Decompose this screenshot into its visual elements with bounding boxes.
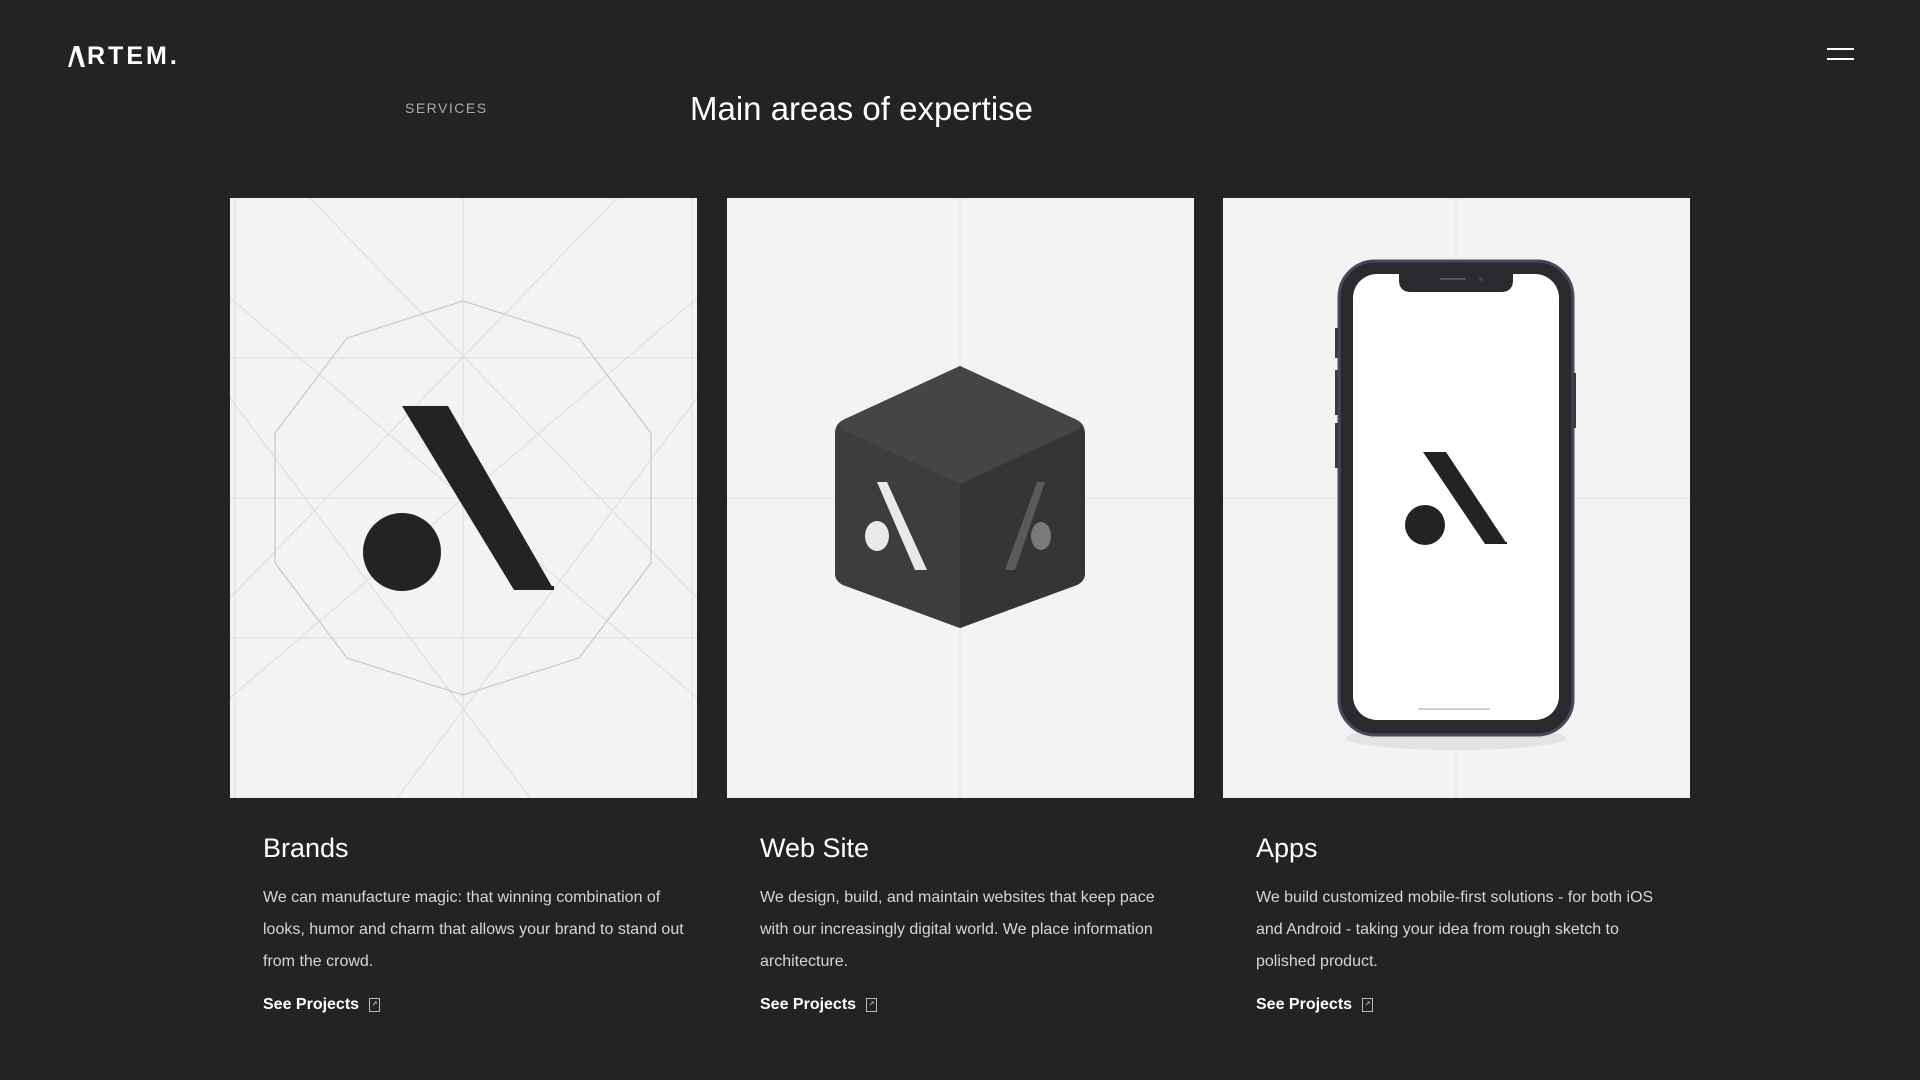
page: RTEM. SERVICES Main areas of expertise B…	[0, 0, 1920, 1080]
card-image-apps	[1223, 198, 1690, 798]
cube	[835, 366, 1085, 628]
service-card-apps: Apps We build customized mobile-first so…	[1223, 198, 1690, 1014]
link-label: See Projects	[263, 996, 360, 1013]
see-projects-link[interactable]: See Projects ↗	[760, 996, 878, 1014]
card-description: We design, build, and maintain websites …	[760, 889, 1155, 970]
card-description: We build customized mobile-first solutio…	[1256, 889, 1654, 970]
menu-line	[1827, 58, 1854, 60]
card-title: Web Site	[760, 833, 870, 863]
card-description: We can manufacture magic: that winning c…	[263, 889, 684, 970]
see-projects-link[interactable]: See Projects ↗	[263, 996, 381, 1014]
service-card-brands: Brands We can manufacture magic: that wi…	[230, 198, 697, 1014]
brand-geometry-illustration	[230, 198, 697, 798]
phone-mockup-illustration	[1223, 198, 1690, 798]
arrow-icon: ↗	[1362, 998, 1374, 1012]
see-projects-link[interactable]: See Projects ↗	[1256, 996, 1374, 1014]
logo-cube-illustration	[727, 198, 1194, 798]
card-body: Web Site We design, build, and maintain …	[727, 832, 1194, 1014]
link-label: See Projects	[1256, 996, 1353, 1013]
phone-notch	[1399, 274, 1513, 292]
card-title: Apps	[1256, 833, 1318, 863]
card-image-website	[727, 198, 1194, 798]
section-title: Main areas of expertise	[690, 90, 1034, 127]
logo-a-icon	[68, 45, 85, 67]
arrow-icon: ↗	[369, 998, 381, 1012]
card-body: Brands We can manufacture magic: that wi…	[230, 832, 697, 1014]
arrow-icon: ↗	[866, 998, 878, 1012]
card-body: Apps We build customized mobile-first so…	[1223, 832, 1690, 1014]
menu-line	[1827, 48, 1854, 50]
link-label: See Projects	[760, 996, 857, 1013]
logo-text: RTEM.	[87, 41, 180, 70]
service-card-website: Web Site We design, build, and maintain …	[727, 198, 1194, 1014]
site-logo[interactable]: RTEM.	[68, 42, 180, 70]
card-title: Brands	[263, 833, 349, 863]
hamburger-icon[interactable]	[1827, 48, 1854, 62]
section-label: SERVICES	[405, 100, 488, 116]
card-image-brands	[230, 198, 697, 798]
